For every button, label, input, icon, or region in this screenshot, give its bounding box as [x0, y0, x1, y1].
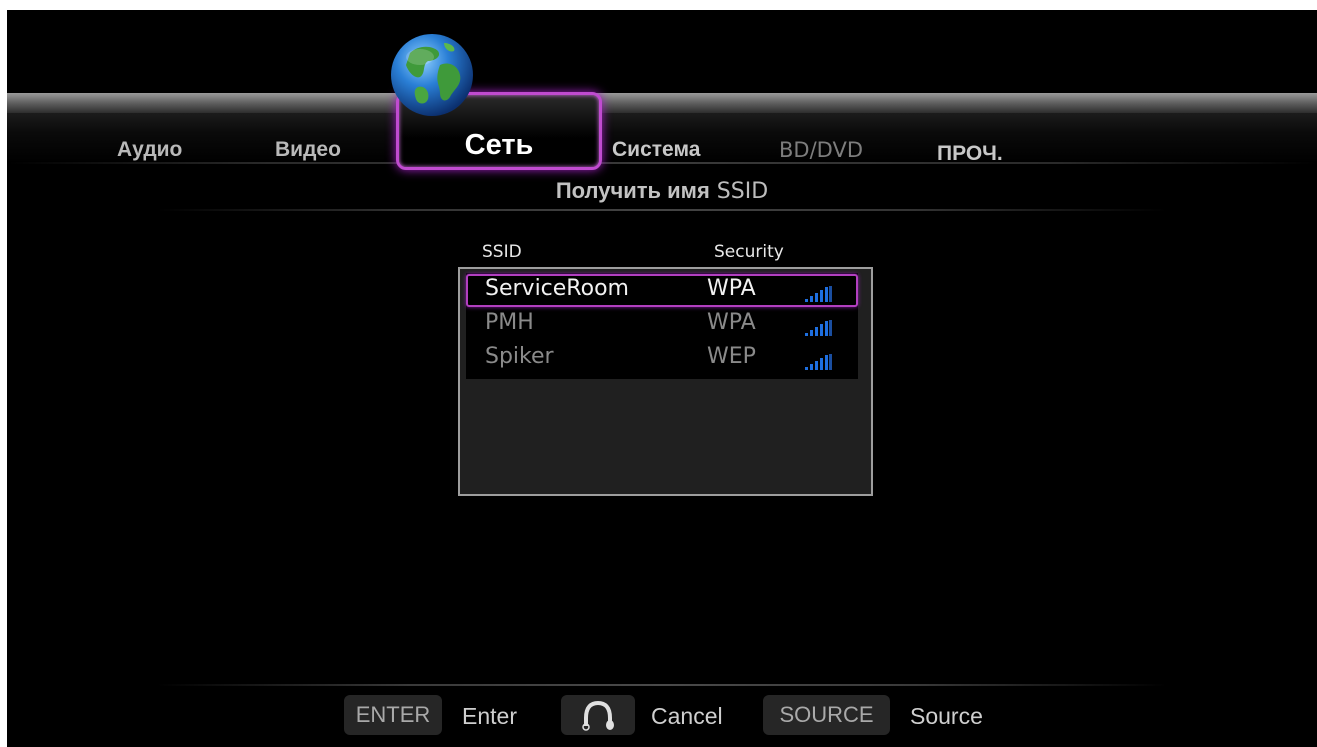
enter-key-badge[interactable]: ENTER [344, 695, 442, 735]
menu-bar-chrome [7, 93, 1317, 113]
cancel-hint-label: Cancel [651, 703, 723, 729]
column-header-security: Security [714, 242, 784, 262]
tab-other[interactable]: ПРОЧ. [937, 142, 1003, 166]
ssid-row-pmh[interactable]: PMH WPA [466, 308, 858, 341]
page-title-bold: Получить имя [555, 178, 710, 203]
ssid-security: WPA [707, 310, 756, 335]
ssid-row-serviceroom[interactable]: ServiceRoom WPA [466, 274, 858, 307]
ssid-name: Spiker [485, 344, 554, 369]
ssid-security: WPA [707, 276, 756, 301]
source-key-badge[interactable]: SOURCE [763, 695, 890, 735]
tab-system[interactable]: Система [612, 138, 700, 162]
title-divider [157, 209, 1167, 211]
column-header-ssid: SSID [482, 242, 522, 262]
tab-network-label: Сеть [464, 129, 534, 161]
signal-strength-icon [805, 320, 832, 336]
menu-divider [7, 162, 1317, 164]
tab-video[interactable]: Видео [275, 138, 341, 162]
footer-divider [157, 684, 1167, 686]
signal-strength-icon [805, 286, 832, 302]
ssid-name: PMH [485, 310, 534, 335]
ssid-security: WEP [707, 344, 756, 369]
return-key-badge[interactable] [561, 695, 635, 735]
signal-strength-icon [805, 354, 832, 370]
source-hint-label: Source [910, 703, 983, 729]
tv-screen: Аудио Видео Сеть Система BD/DVD ПРОЧ. По… [7, 10, 1317, 747]
return-icon [582, 700, 614, 731]
page-title-plain: SSID [716, 179, 769, 204]
ssid-name: ServiceRoom [485, 276, 629, 301]
ssid-list[interactable]: ServiceRoom WPA PMH WPA Spiker WEP [458, 267, 873, 496]
tab-bd-dvd[interactable]: BD/DVD [779, 138, 863, 162]
enter-hint-label: Enter [462, 703, 517, 729]
ssid-row-spiker[interactable]: Spiker WEP [466, 342, 858, 375]
tab-audio[interactable]: Аудио [117, 138, 182, 162]
globe-icon [391, 34, 473, 116]
page-title: Получить имя SSID [7, 178, 1317, 204]
